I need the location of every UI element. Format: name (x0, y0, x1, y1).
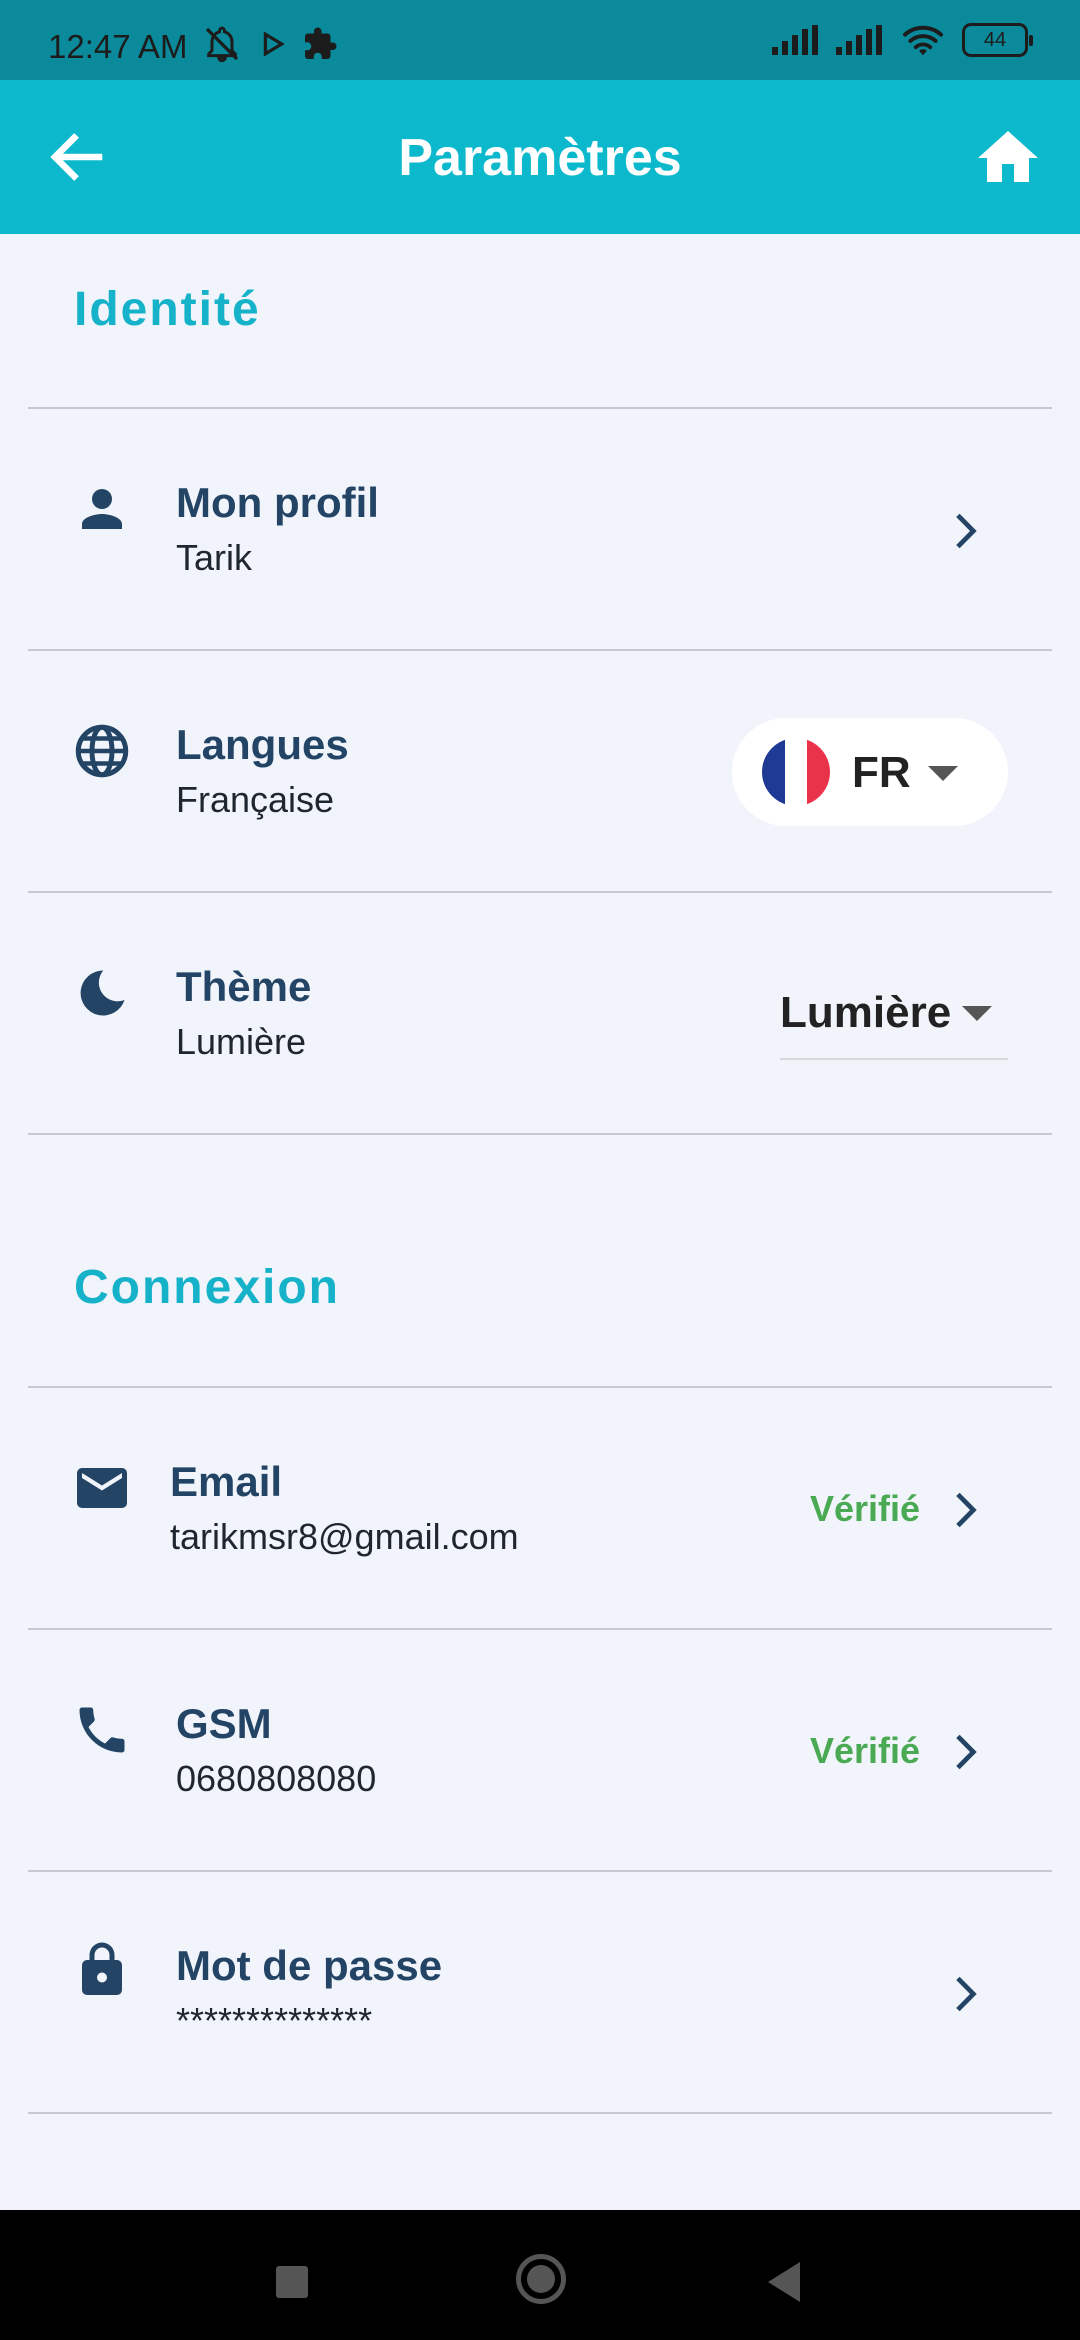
moon-icon (80, 970, 125, 1016)
page-title: Paramètres (398, 129, 682, 187)
mail-icon (77, 1468, 127, 1508)
home-nav-button[interactable] (516, 2254, 566, 2304)
caret-down-icon (928, 766, 958, 781)
chevron-right-icon[interactable] (940, 506, 990, 556)
language-title: Langues (176, 721, 349, 768)
theme-name: Lumière (176, 1021, 307, 1062)
puzzle-icon (305, 27, 337, 59)
profile-name: Tarik (176, 537, 253, 578)
status-time: 12:47 AM (48, 28, 188, 65)
home-icon[interactable] (972, 122, 1044, 194)
password-row[interactable]: Mot de passe ************** (0, 1872, 1080, 2112)
email-row[interactable]: Email tarikmsr8@gmail.com Vérifié (0, 1388, 1080, 1628)
password-text: Mot de passe ************** (176, 1942, 442, 2042)
language-text: Langues Française (176, 721, 349, 821)
theme-selected-value: Lumière (780, 988, 952, 1037)
france-flag (762, 738, 830, 806)
theme-text: Thème Lumière (176, 963, 311, 1063)
status-left-icons (200, 24, 338, 64)
language-name: Française (176, 779, 335, 820)
email-text: Email tarikmsr8@gmail.com (170, 1458, 519, 1558)
profile-title: Mon profil (176, 479, 379, 526)
section-title-identity: Identité (74, 283, 261, 336)
email-title: Email (170, 1458, 283, 1505)
email-value: tarikmsr8@gmail.com (170, 1516, 519, 1557)
verified-badge: Vérifié (809, 1730, 920, 1771)
chevron-right-icon[interactable] (940, 1485, 990, 1535)
verified-badge: Vérifié (809, 1488, 920, 1529)
system-nav-bar (0, 2210, 1080, 2340)
gsm-title: GSM (176, 1700, 272, 1747)
back-nav-button[interactable] (768, 2262, 800, 2302)
status-bar: 12:47 AM 44 (0, 0, 1080, 80)
section-title-connexion: Connexion (74, 1261, 340, 1314)
profile-row[interactable]: Mon profil Tarik (0, 409, 1080, 649)
chevron-right-icon[interactable] (940, 1969, 990, 2019)
chevron-right-icon[interactable] (940, 1727, 990, 1777)
profile-text: Mon profil Tarik (176, 479, 379, 579)
status-right-icons: 44 (772, 22, 1033, 58)
gsm-text: GSM 0680808080 (176, 1700, 376, 1800)
divider (28, 2112, 1052, 2114)
signal-icon (772, 25, 818, 55)
language-code: FR (852, 748, 911, 797)
gsm-value: 0680808080 (176, 1758, 377, 1799)
mute-icon (205, 26, 239, 63)
play-icon (263, 31, 285, 57)
language-selector[interactable]: FR (732, 718, 1008, 826)
caret-down-icon (962, 1006, 992, 1021)
password-value: ************** (176, 2000, 373, 2041)
gsm-row[interactable]: GSM 0680808080 Vérifié (0, 1630, 1080, 1870)
signal-icon (836, 25, 882, 55)
phone-icon (79, 1707, 125, 1753)
person-icon (82, 489, 122, 529)
password-title: Mot de passe (176, 1942, 443, 1989)
divider (28, 1133, 1052, 1135)
theme-title: Thème (176, 963, 312, 1010)
theme-selector[interactable]: Lumière (780, 980, 1008, 1060)
battery-icon: 44 (962, 23, 1033, 57)
lock-icon (82, 1942, 122, 1995)
app-bar: Paramètres (0, 80, 1080, 234)
wifi-icon (903, 25, 943, 56)
globe-icon (75, 724, 129, 778)
recents-button[interactable] (276, 2266, 308, 2298)
